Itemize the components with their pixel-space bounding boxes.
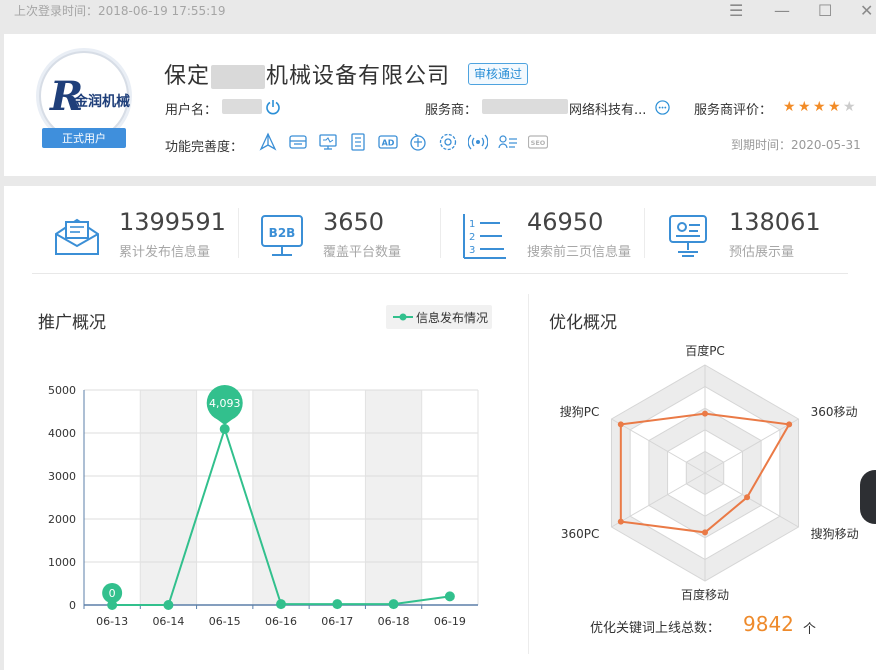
keyword-total-label: 优化关键词上线总数： [590, 621, 721, 636]
radar-axis-label: 搜狗移动 [811, 526, 859, 541]
radar-point[interactable] [786, 421, 793, 428]
radar-axis-label: 360移动 [811, 405, 858, 419]
radar-axis-label: 百度PC [685, 343, 725, 358]
side-chat-widget[interactable] [860, 470, 876, 524]
radar-point[interactable] [744, 494, 751, 501]
radar-axis-label: 360PC [561, 527, 600, 541]
radar-axis-label: 搜狗PC [560, 404, 600, 419]
optimize-radar-chart: 百度PC 360移动搜狗移动百度移动 360PC 搜狗PC [560, 343, 859, 602]
keyword-total-unit: 个 [803, 622, 817, 637]
radar-point[interactable] [702, 529, 708, 536]
radar-axis-label: 百度移动 [681, 587, 729, 602]
radar-point[interactable] [617, 421, 624, 428]
radar-point[interactable] [617, 518, 624, 525]
radar-point[interactable] [702, 410, 708, 417]
keyword-total-value: 9842 [743, 612, 794, 636]
